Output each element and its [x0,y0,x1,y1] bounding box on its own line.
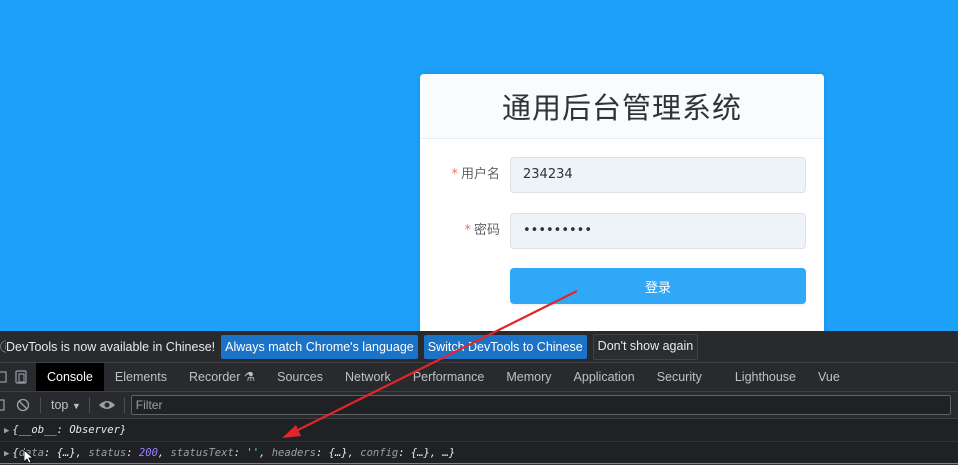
username-input[interactable]: 234234 [510,157,806,193]
tab-console[interactable]: Console [36,363,104,391]
eye-icon[interactable] [98,398,116,412]
tab-network[interactable]: Network [334,363,402,391]
tab-performance[interactable]: Performance [402,363,496,391]
match-language-button[interactable]: Always match Chrome's language [221,334,418,359]
username-label: * 用户名 [451,167,500,182]
dropdown-caret-icon: ▼ [71,401,81,411]
expand-triangle-icon[interactable]: ▶ [4,449,9,459]
tab-sources[interactable]: Sources [266,363,334,391]
password-input[interactable]: ••••••••• [510,213,806,249]
filter-input[interactable]: Filter [130,395,951,415]
infobar-message: DevTools is now available in Chinese! [6,339,216,354]
switch-language-button[interactable]: Switch DevTools to Chinese [423,334,587,359]
login-card-header: 通用后台管理系统 [420,74,824,139]
tab-recorder[interactable]: Recorder ⚗ [178,363,266,391]
dock-icon[interactable] [0,370,8,384]
language-infobar: ⓘ DevTools is now available in Chinese! … [0,331,958,363]
console-line[interactable]: ▶ {data: {…}, status: 200, statusText: ''… [0,442,958,465]
clear-console-icon[interactable] [16,398,30,412]
toolbar-divider [123,397,125,413]
tab-security[interactable]: Security [646,363,724,391]
toolbar-divider [88,397,90,413]
required-mark: * [451,167,458,182]
sidebar-toggle-icon[interactable] [0,398,6,412]
console-filterbar: top ▼ Filter [0,392,958,419]
console-line[interactable]: ▶ {__ob__: Observer} [0,419,958,442]
password-label: * 密码 [464,223,500,238]
tab-memory[interactable]: Memory [495,363,562,391]
tab-elements[interactable]: Elements [104,363,178,391]
tab-vue[interactable]: Vue [807,363,851,391]
page-title: 通用后台管理系统 [501,91,742,125]
password-row: * 密码 ••••••••• [420,213,824,249]
dont-show-again-button[interactable]: Don't show again [592,333,699,360]
login-button[interactable]: 登录 [510,268,806,304]
username-row: * 用户名 234234 [420,157,824,193]
required-mark: * [464,223,471,238]
mouse-cursor-icon [24,450,34,463]
expand-triangle-icon[interactable]: ▶ [4,426,9,436]
device-toolbar-icon[interactable] [14,370,28,384]
devtools-panel: ⓘ DevTools is now available in Chinese! … [0,331,958,465]
tab-lighthouse[interactable]: Lighthouse [724,363,807,391]
tab-application[interactable]: Application [563,363,646,391]
devtools-tabbar: Console Elements Recorder ⚗ Sources Netw… [0,363,958,392]
context-select[interactable]: top ▼ [51,398,81,412]
recorder-flask-icon: ⚗ [243,370,256,384]
toolbar-divider [40,397,41,413]
